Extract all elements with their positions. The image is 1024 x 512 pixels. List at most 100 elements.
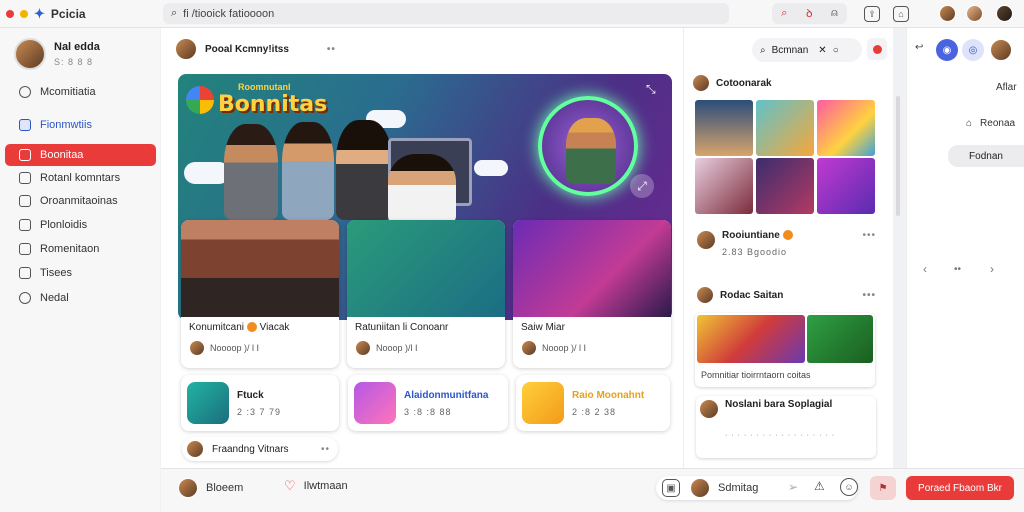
tile-label: Konumitcani Viacak [181, 317, 339, 333]
profile[interactable]: Nal edda S: 8 8 8 [14, 38, 100, 70]
warning-icon[interactable]: ⚠ [814, 479, 825, 493]
tile-image [181, 220, 339, 317]
bell-icon[interactable]: ⍝ [831, 7, 838, 20]
circle-icon[interactable]: ◎ [962, 39, 984, 61]
card-subtitle: 3 :8 :8 88 [404, 406, 452, 417]
maximize-icon[interactable]: ⤡ [646, 82, 656, 97]
small-card[interactable]: Ftuck 2 :3 7 79 [181, 375, 339, 431]
grid-thumbnail[interactable] [695, 158, 753, 214]
sidebar-item-2[interactable]: Fionmwtiis [5, 114, 156, 136]
notification-icon[interactable]: ꝺ [806, 6, 813, 21]
expand-icon[interactable]: ⤢ [630, 174, 654, 198]
sidebar-item-3[interactable]: Boonitaa [5, 144, 156, 166]
sidebar-item-4[interactable]: Rotanl komntars [5, 167, 156, 189]
grid-thumbnail[interactable] [756, 158, 814, 214]
side-panel [906, 28, 1024, 468]
media-card[interactable]: Pomnitiar tioirrntaorn coitas [695, 313, 875, 387]
right-search-label: Bcmnan [771, 44, 809, 56]
small-card[interactable]: Alaidonmunitfana 3 :8 :8 88 [348, 375, 508, 431]
sidebar-item-5[interactable]: Oroanmitaoinas [5, 190, 156, 212]
primary-action-button[interactable]: Poraed Fbaom Bkr [906, 476, 1014, 500]
more-icon[interactable]: ••• [862, 290, 876, 301]
bottom-item[interactable]: ♡ Ilwtmaan [284, 478, 348, 494]
chevron-right-icon[interactable]: › [990, 262, 994, 276]
home-icon[interactable]: ⌂ [893, 6, 909, 22]
tile-meta: Nooop )/l I [347, 333, 505, 356]
content-tile[interactable]: Ratuniitan li Conoanr Nooop )/l I [347, 220, 505, 368]
notification-badge-icon [872, 44, 882, 54]
content-tile[interactable]: Saiw Miar Nooop )/ l I [513, 220, 671, 368]
tile-meta-text: Nooop )/ l I [542, 343, 587, 353]
attach-icon[interactable]: ▣ [662, 479, 680, 497]
search-icon: ⌕ [171, 7, 178, 19]
avatar[interactable] [990, 39, 1012, 61]
grid-thumbnail[interactable] [756, 100, 814, 156]
star-icon [19, 149, 31, 161]
feed-header[interactable]: Pooal Kcmny!itss •• [175, 38, 336, 60]
avatar [696, 286, 714, 304]
circle-icon[interactable]: ○ [833, 45, 839, 56]
search-icon: ⌕ [760, 44, 766, 56]
app-name: Pcicia [50, 7, 86, 21]
avatar [178, 478, 198, 498]
logo-icon: ✦ [34, 6, 45, 21]
side-row[interactable]: ⌂ Reonaa [966, 118, 1015, 129]
post-item[interactable]: Rooiuntiane 2.83 Bgoodio ••• [696, 230, 876, 257]
notifications-button[interactable] [867, 38, 887, 60]
trending-pill[interactable]: Fraandng Vitnars •• [182, 437, 338, 461]
media-caption: Pomnitiar tioirrntaorn coitas [701, 370, 811, 380]
avatar[interactable] [966, 5, 983, 22]
chevron-left-icon[interactable]: ‹ [923, 262, 927, 276]
bottom-item[interactable]: Bloeem [178, 478, 243, 498]
post-card[interactable]: Noslani bara Soplagial · · · · · · · · · … [696, 396, 876, 458]
content-tile[interactable]: Konumitcani Viacak Noooop )/ l I [181, 220, 339, 368]
composer-input[interactable]: Sdmitag [690, 478, 758, 498]
card-thumbnail [522, 382, 564, 424]
search-icon[interactable]: ⌕ [781, 7, 787, 20]
search-text: fi /tiooick fatioooon [183, 7, 275, 20]
person-image [566, 118, 616, 184]
back-icon[interactable] [6, 10, 14, 18]
grid-thumbnail[interactable] [817, 100, 875, 156]
avatar [690, 478, 710, 498]
bookmark-icon [19, 243, 31, 255]
sidebar-item-8[interactable]: Tisees [5, 262, 156, 284]
section-title: Rodac Saitan [720, 289, 784, 301]
grid-thumbnail[interactable] [695, 100, 753, 156]
circle-icon[interactable]: ◉ [936, 39, 958, 61]
tile-image [347, 220, 505, 317]
avatar[interactable] [996, 5, 1013, 22]
avatar [186, 440, 204, 458]
sidebar-item-1[interactable]: Mcomitiatia [5, 81, 156, 103]
right-search[interactable]: ⌕ Bcmnan ✕ ○ [752, 38, 862, 62]
tile-label: Ratuniitan li Conoanr [347, 317, 505, 333]
search-input[interactable]: ⌕ fi /tiooick fatioooon [163, 3, 729, 24]
flag-icon[interactable]: ⚑ [870, 476, 896, 500]
back-icon[interactable]: ↩ [915, 42, 923, 53]
close-icon[interactable]: ✕ [818, 45, 826, 56]
small-card[interactable]: Raio Moonahnt 2 :8 2 38 [516, 375, 670, 431]
more-icon[interactable]: ••• [862, 230, 876, 241]
side-button[interactable]: Fodnan [948, 145, 1024, 167]
more-icon[interactable]: •• [327, 44, 336, 55]
avatar[interactable] [175, 38, 197, 60]
section-title: Cotoonarak [716, 77, 772, 89]
emoji-icon[interactable]: ☺ [840, 478, 858, 496]
avatar[interactable] [939, 5, 956, 22]
share-icon[interactable]: ⇪ [864, 6, 880, 22]
sidebar-item-6[interactable]: Plonloidis [5, 214, 156, 236]
more-icon[interactable]: •• [321, 444, 330, 455]
post-subtitle: · · · · · · · · · · · · · · · · · · [725, 432, 836, 439]
post-subtitle: 2.83 Bgoodio [722, 247, 788, 257]
grid-thumbnail[interactable] [817, 158, 875, 214]
card-thumbnail [187, 382, 229, 424]
tile-title: Ratuniitan li Conoanr [355, 322, 449, 333]
sidebar-item-9[interactable]: Nedal [5, 287, 156, 309]
profile-avatar[interactable] [14, 38, 46, 70]
scrollbar[interactable] [896, 96, 900, 216]
card-thumbnail [354, 382, 396, 424]
sidebar-item-7[interactable]: Romenitaon [5, 238, 156, 260]
app-brand[interactable]: ✦ Pcicia [6, 6, 86, 22]
profile-name: Nal edda [54, 41, 100, 53]
send-icon[interactable]: ➢ [788, 480, 798, 494]
